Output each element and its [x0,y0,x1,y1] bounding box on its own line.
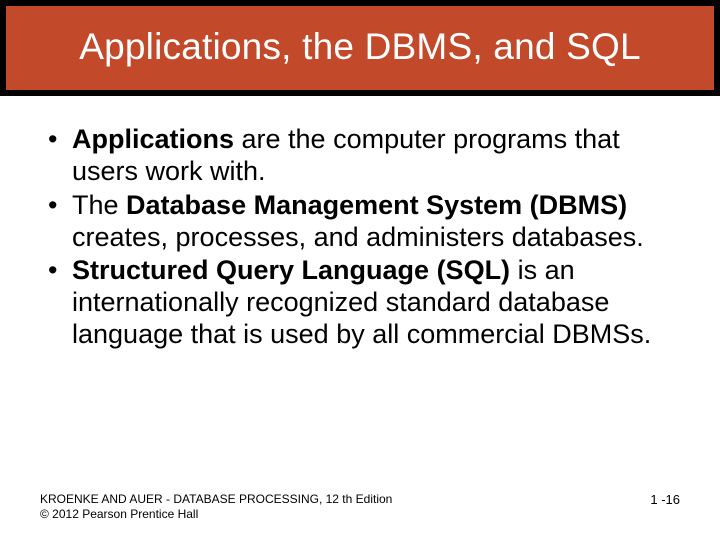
slide-title: Applications, the DBMS, and SQL [24,26,696,68]
slide: Applications, the DBMS, and SQL Applicat… [0,0,720,540]
bullet-bold: Structured Query Language (SQL) [72,255,510,285]
title-wrap: Applications, the DBMS, and SQL [0,0,720,96]
bullet-bold: Applications [72,124,234,154]
bullet-pre: The [72,190,126,220]
page-number: 1 -16 [650,492,680,508]
bullet-bold: Database Management System (DBMS) [126,190,627,220]
title-bar: Applications, the DBMS, and SQL [6,6,714,90]
footer: KROENKE AND AUER - DATABASE PROCESSING, … [40,492,680,522]
bullet-text: creates, processes, and administers data… [72,222,644,252]
footer-line1: KROENKE AND AUER - DATABASE PROCESSING, … [40,492,680,507]
footer-line2: © 2012 Pearson Prentice Hall [40,507,680,522]
list-item: The Database Management System (DBMS) cr… [48,190,680,254]
bullet-list: Applications are the computer programs t… [48,124,680,351]
slide-body: Applications are the computer programs t… [0,96,720,351]
list-item: Applications are the computer programs t… [48,124,680,188]
list-item: Structured Query Language (SQL) is an in… [48,255,680,351]
